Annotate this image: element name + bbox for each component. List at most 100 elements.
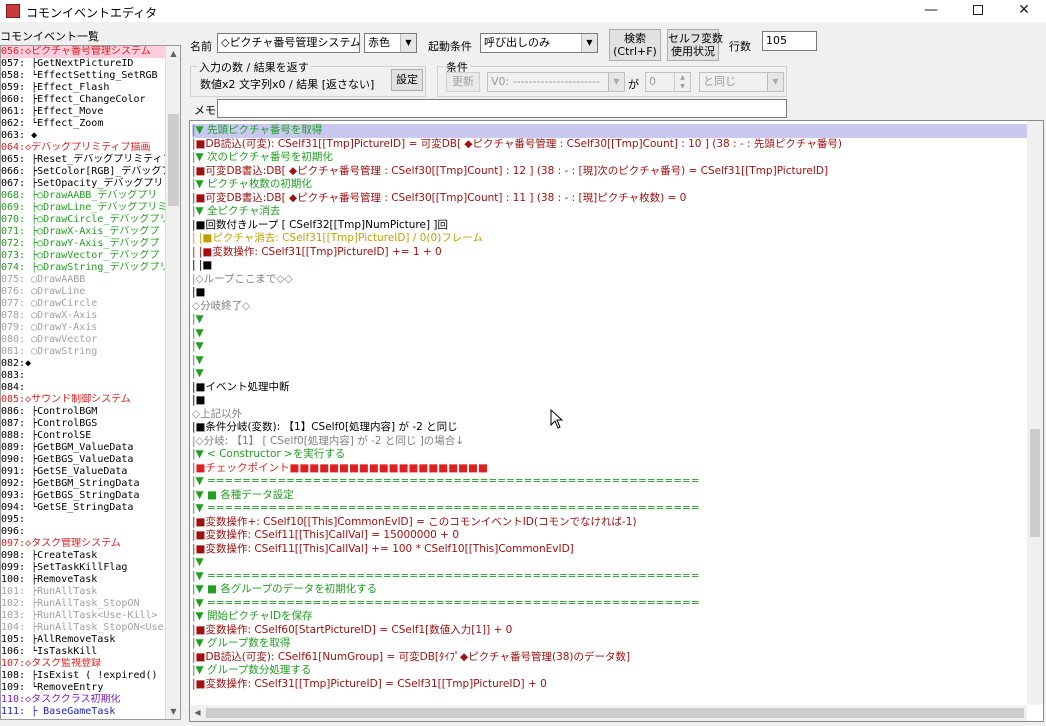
common-event-item[interactable]: 060: ├Effect_ChangeColor [1,94,166,106]
condition-number-stepper[interactable]: 0 ▲ ▼ [645,72,691,92]
command-row[interactable]: |▼ [192,313,1027,327]
command-list-horizontal-scrollbar[interactable]: ◀ [190,705,1027,721]
common-event-item[interactable]: 058: └EffectSetting_SetRGB [1,70,166,82]
common-event-item[interactable]: 090: ├GetBGS_ValueData [1,454,166,466]
io-setting-button[interactable]: 設定 [391,69,423,91]
command-row[interactable]: |▼ 全ピクチャ消去 [192,205,1027,219]
common-event-item[interactable]: 066: ├SetColor[RGB]_デバッグプリ [1,166,166,178]
common-event-item[interactable]: 089: ├GetBGM_ValueData [1,442,166,454]
command-row[interactable]: |■条件分岐(変数): 【1】CSelf0[処理内容] が -2 と同じ [192,421,1027,435]
common-event-item[interactable]: 083: [1,370,166,382]
command-row[interactable]: |▼ [192,327,1027,341]
close-button[interactable]: ✕ [1001,0,1046,22]
horizontal-scroll-thumb[interactable] [206,708,1024,718]
common-event-item[interactable]: 088: ├ControlSE [1,430,166,442]
maximize-button[interactable] [955,0,1001,22]
command-row[interactable]: |▼ 先頭ピクチャ番号を取得 [192,124,1027,138]
common-event-item[interactable]: 096: [1,526,166,538]
condition-variable-select[interactable]: V0: ---------------------- ▼ [487,72,625,92]
common-event-item[interactable]: 091: ├GetSE_ValueData [1,466,166,478]
command-row[interactable]: |■チェックポイント■■■■■■■■■■■■■■■■■■■■ [192,462,1027,476]
common-event-item[interactable]: 111: ├ BaseGameTask [1,706,166,718]
command-row[interactable]: | |■変数操作: CSelf31[[Tmp]PictureID] += 1 +… [192,246,1027,260]
command-row[interactable]: |■可変DB書込:DB[ ◆ピクチャ番号管理 : CSelf30[[Tmp]Co… [192,165,1027,179]
command-row[interactable]: |▼ [192,354,1027,368]
common-event-item[interactable]: 056:◇ピクチャ番号管理システム [1,46,166,58]
common-event-item[interactable]: 103: ├RunAllTask<Use-Kill> [1,610,166,622]
command-row[interactable]: |■DB読込(可変): CSelf31[[Tmp]PictureID] = 可変… [192,138,1027,152]
command-row[interactable]: |▼ =====================================… [192,502,1027,516]
common-event-item[interactable]: 082:◆ [1,358,166,370]
condition-operator-select[interactable]: と同じ ▼ [699,72,784,92]
common-event-item[interactable]: 097:◇タスク管理システム [1,538,166,550]
command-row[interactable]: ◇分岐終了◇ [192,300,1027,314]
command-row[interactable]: |■回数付きループ [ CSelf32[[Tmp]NumPicture] ]回 [192,219,1027,233]
event-command-list[interactable]: |▼ 先頭ピクチャ番号を取得 |■DB読込(可変): CSelf31[[Tmp]P… [189,120,1044,722]
common-event-item[interactable]: 059: ├Effect_Flash [1,82,166,94]
common-event-item[interactable]: 084: [1,382,166,394]
command-row[interactable]: |▼ < Constructor >を実行する [192,448,1027,462]
scroll-up-arrow-icon[interactable]: ▲ [166,46,180,61]
command-row[interactable]: |▼ =====================================… [192,475,1027,489]
event-name-field[interactable]: ◇ピクチャ番号管理システム [217,33,360,53]
command-row[interactable]: |▼ グループ数を取得 [192,637,1027,651]
command-row[interactable]: |▼ 次のピクチャ番号を初期化 [192,151,1027,165]
common-event-item[interactable]: 110:◇タスククラス初期化 [1,694,166,706]
command-row[interactable]: |▼ 開始ピクチャIDを保存 [192,610,1027,624]
common-event-item[interactable]: 107:◇タスク監視登録 [1,658,166,670]
scroll-left-arrow-icon[interactable]: ◀ [190,705,205,720]
command-row[interactable]: |■ [192,286,1027,300]
vertical-scroll-thumb[interactable] [1030,429,1040,537]
command-row[interactable]: | |■ [192,259,1027,273]
common-event-item[interactable]: 100: ├RemoveTask [1,574,166,586]
common-event-item[interactable]: 092: ├GetBGM_StringData [1,478,166,490]
common-event-item[interactable]: 064:◇デバッグプリミティブ描画 [1,142,166,154]
command-row[interactable]: |▼ =====================================… [192,597,1027,611]
command-row[interactable]: |▼ =====================================… [192,570,1027,584]
common-event-item[interactable]: 074: ├○DrawString_デバッグプリ [1,262,166,274]
common-event-item[interactable]: 108: ├IsExist ( !expired() ) [1,670,166,682]
common-event-item[interactable]: 099: ├SetTaskKillFlag [1,562,166,574]
command-list-vertical-scrollbar[interactable] [1027,121,1043,705]
common-event-item[interactable]: 085:◇サウンド制御システム [1,394,166,406]
common-event-item[interactable]: 081: ○DrawString [1,346,166,358]
common-event-list[interactable]: 056:◇ピクチャ番号管理システム 057: ├GetNextPictureID 0… [0,45,181,720]
command-row[interactable]: |▼ ■ 各グループのデータを初期化する [192,583,1027,597]
common-event-item[interactable]: 068: ├○DrawAABB_デバッグプリ [1,190,166,202]
command-row[interactable]: |■変数操作: CSelf11[[This]CallVal] = 1500000… [192,529,1027,543]
common-event-item[interactable]: 095: [1,514,166,526]
memo-field[interactable] [217,99,787,118]
common-event-item[interactable]: 065: ├Reset_デバッグプリミティブ [1,154,166,166]
common-event-item[interactable]: 102: ├RunAllTask_StopON [1,598,166,610]
common-event-item[interactable]: 086: ├ControlBGM [1,406,166,418]
stepper-arrows-icon[interactable]: ▲ ▼ [674,73,690,91]
command-row[interactable]: |■変数操作: CSelf60[StartPictureID] = CSelf1… [192,624,1027,638]
common-event-item[interactable]: 094: └GetSE_StringData [1,502,166,514]
line-count-field[interactable]: 105 [762,31,817,51]
common-event-item[interactable]: 109: └RemoveEntry [1,682,166,694]
scroll-thumb[interactable] [168,114,179,206]
common-event-item[interactable]: 098: ├CreateTask [1,550,166,562]
common-event-item[interactable]: 106: └IsTaskKill [1,646,166,658]
common-event-item[interactable]: 070: ├○DrawCircle_デバッグプリ [1,214,166,226]
command-row[interactable]: |▼ ピクチャ枚数の初期化 [192,178,1027,192]
common-event-item[interactable]: 080: ○DrawVector [1,334,166,346]
common-event-item[interactable]: 062: └Effect_Zoom [1,118,166,130]
color-select[interactable]: 赤色 ▼ [364,33,417,53]
minimize-button[interactable]: — [908,0,954,22]
command-row[interactable]: |◇分岐: 【1】 [ CSelf0[処理内容] が -2 と同じ ]の場合↓ [192,435,1027,449]
command-row[interactable]: |■DB読込(可変): CSelf61[NumGroup] = 可変DB[ﾀｲﾌ… [192,651,1027,665]
common-event-item[interactable]: 093: ├GetBGS_StringData [1,490,166,502]
command-row[interactable]: |▼ [192,367,1027,381]
common-event-item[interactable]: 069: ├○DrawLine_デバッグプリミ [1,202,166,214]
common-event-item[interactable]: 067: ├SetOpacity_デバッグプリミ [1,178,166,190]
command-row[interactable]: |■ [192,394,1027,408]
common-event-item[interactable]: 076: ○DrawLine [1,286,166,298]
common-event-list-scrollbar[interactable]: ▲ ▼ [165,46,180,719]
command-row[interactable]: |▼ [192,556,1027,570]
common-event-item[interactable]: 078: ○DrawX-Axis [1,310,166,322]
common-event-item[interactable]: 105: ├AllRemoveTask [1,634,166,646]
search-button[interactable]: 検索 (Ctrl+F) [609,29,661,61]
command-row[interactable]: |▼ グループ数分処理する [192,664,1027,678]
common-event-item[interactable]: 101: ├RunAllTask [1,586,166,598]
